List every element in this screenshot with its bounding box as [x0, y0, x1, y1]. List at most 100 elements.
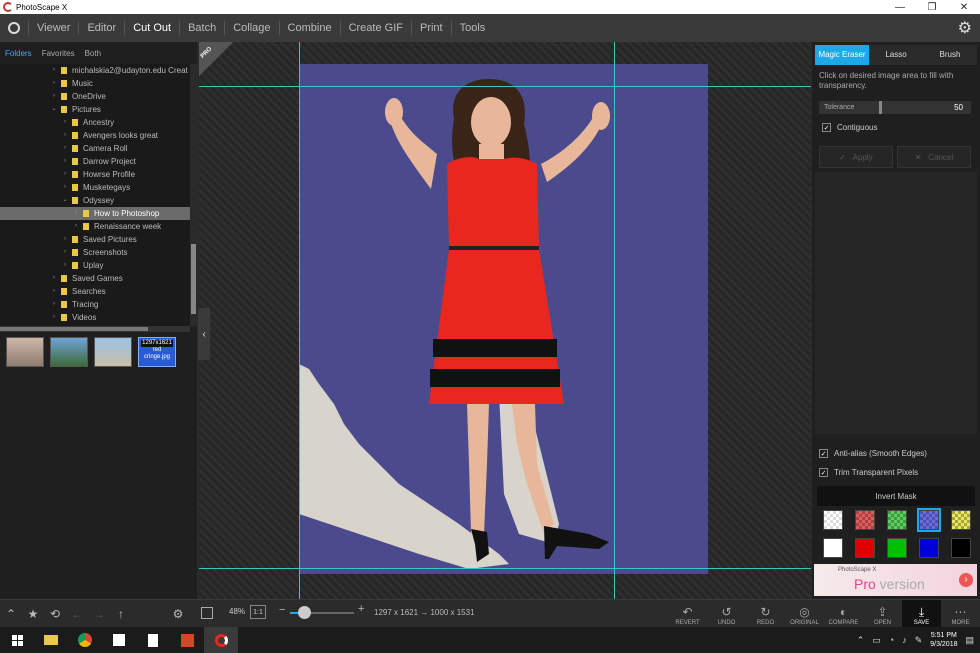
powerpoint-icon[interactable] — [170, 627, 204, 653]
thumbnail[interactable] — [50, 337, 88, 367]
folder-item[interactable]: › Howrse Profile — [0, 168, 190, 181]
folder-item[interactable]: ⌄ Pictures — [0, 103, 190, 116]
app-logo-icon[interactable] — [0, 14, 28, 42]
apply-button[interactable]: ✓ Apply — [819, 146, 893, 168]
background-swatch[interactable] — [823, 538, 843, 558]
star-icon[interactable]: ★ — [22, 607, 44, 621]
image-canvas[interactable]: PRO — [199, 42, 811, 599]
folder-item[interactable]: › Music — [0, 77, 190, 90]
tolerance-value[interactable]: 50 — [954, 103, 963, 112]
chrome-icon[interactable] — [68, 627, 102, 653]
expand-arrow-icon[interactable]: › — [61, 259, 69, 272]
background-swatch[interactable] — [951, 538, 971, 558]
compare-button[interactable]: ◐ COMPARE — [824, 600, 863, 628]
crop-guide-left[interactable] — [299, 42, 300, 599]
redo-button[interactable]: ↻ REDO — [746, 600, 785, 628]
folder-item[interactable]: › Tracing — [0, 298, 190, 311]
windows-start-icon[interactable] — [0, 627, 34, 653]
menu-collage[interactable]: Collage — [224, 21, 278, 35]
expand-arrow-icon[interactable]: › — [50, 298, 58, 311]
expand-arrow-icon[interactable]: ⌄ — [61, 194, 69, 207]
expand-arrow-icon[interactable]: › — [72, 220, 80, 233]
expand-arrow-icon[interactable]: › — [50, 64, 58, 77]
expand-arrow-icon[interactable]: › — [50, 285, 58, 298]
menu-editor[interactable]: Editor — [78, 21, 124, 35]
expand-arrow-icon[interactable]: › — [50, 311, 58, 324]
expand-arrow-icon[interactable]: › — [72, 207, 80, 220]
back-arrow-icon[interactable]: ← — [66, 607, 88, 621]
minimize-button[interactable]: — — [884, 2, 916, 13]
collapse-panel-chevron-icon[interactable]: ‹ — [198, 308, 210, 360]
settings-gear-icon[interactable]: ⚙ — [958, 18, 972, 38]
refresh-icon[interactable]: ⟲ — [44, 607, 66, 621]
pro-version-banner[interactable]: PhotoScape X Pro version › — [814, 564, 977, 596]
undo-button[interactable]: ↺ UNDO — [707, 600, 746, 628]
expand-arrow-icon[interactable]: › — [50, 77, 58, 90]
actual-size-button[interactable]: 1:1 — [250, 605, 266, 619]
volume-icon[interactable]: ♪ — [902, 635, 907, 645]
tolerance-slider[interactable]: Tolerance 50 — [819, 101, 971, 114]
photo[interactable] — [299, 64, 708, 574]
trim-transparent-checkbox[interactable]: ✓ Trim Transparent Pixels — [819, 468, 918, 477]
folder-item[interactable]: › Camera Roll — [0, 142, 190, 155]
revert-button[interactable]: ↶ REVERT — [668, 600, 707, 628]
folder-item[interactable]: › Musketegays — [0, 181, 190, 194]
wifi-icon[interactable]: ◔ — [889, 635, 894, 645]
expand-arrow-icon[interactable]: › — [61, 233, 69, 246]
zoom-out-icon[interactable]: − — [279, 604, 285, 616]
sticky-notes-icon[interactable] — [102, 627, 136, 653]
expand-arrow-icon[interactable]: › — [50, 272, 58, 285]
expand-arrow-icon[interactable]: › — [61, 129, 69, 142]
menu-tools[interactable]: Tools — [450, 21, 494, 35]
tolerance-slider-thumb[interactable] — [879, 101, 882, 114]
more-button[interactable]: ⋯ MORE — [941, 600, 980, 628]
antialias-checkbox[interactable]: ✓ Anti-alias (Smooth Edges) — [819, 449, 927, 458]
tab-brush[interactable]: Brush — [923, 45, 977, 65]
background-swatch[interactable] — [887, 510, 907, 530]
expand-arrow-icon[interactable]: › — [61, 116, 69, 129]
thumbnail-selected[interactable]: 1297x1621 red cringe.jpg — [138, 337, 176, 367]
cancel-button[interactable]: ✕ Cancel — [897, 146, 971, 168]
folder-item[interactable]: › michalskia2@udayton.edu Creat — [0, 64, 190, 77]
menu-batch[interactable]: Batch — [179, 21, 224, 35]
tab-folders[interactable]: Folders — [5, 49, 32, 58]
original-button[interactable]: ◎ ORIGINAL — [785, 600, 824, 628]
close-button[interactable]: ✕ — [948, 2, 980, 13]
folder-item[interactable]: › OneDrive — [0, 90, 190, 103]
zoom-in-icon[interactable]: + — [358, 603, 364, 615]
background-swatch[interactable] — [919, 538, 939, 558]
expand-up-icon[interactable]: ⌃ — [0, 607, 22, 621]
tab-magic-eraser[interactable]: Magic Eraser — [815, 45, 869, 65]
folder-item[interactable]: › Darrow Project — [0, 155, 190, 168]
tab-both[interactable]: Both — [85, 49, 101, 58]
folder-item[interactable]: ⌄ Odyssey — [0, 194, 190, 207]
menu-viewer[interactable]: Viewer — [28, 21, 78, 35]
folder-item[interactable]: › Searches — [0, 285, 190, 298]
thumb-settings-gear-icon[interactable]: ⚙ — [167, 607, 189, 621]
background-swatch[interactable] — [855, 538, 875, 558]
tree-horizontal-scrollbar[interactable] — [0, 326, 190, 332]
file-explorer-icon[interactable] — [34, 627, 68, 653]
folder-item[interactable]: › Ancestry — [0, 116, 190, 129]
fit-to-window-icon[interactable] — [201, 607, 213, 619]
forward-arrow-icon[interactable]: → — [88, 607, 110, 621]
background-swatch[interactable] — [887, 538, 907, 558]
crop-guide-top[interactable] — [199, 86, 811, 87]
menu-combine[interactable]: Combine — [278, 21, 340, 35]
expand-arrow-icon[interactable]: ⌄ — [50, 103, 58, 116]
crop-guide-bottom[interactable] — [199, 568, 811, 569]
zoom-slider-thumb[interactable] — [297, 606, 311, 619]
document-icon[interactable] — [136, 627, 170, 653]
folder-item[interactable]: › Videos — [0, 311, 190, 324]
expand-arrow-icon[interactable]: › — [61, 142, 69, 155]
tab-lasso[interactable]: Lasso — [869, 45, 923, 65]
expand-arrow-icon[interactable]: › — [61, 155, 69, 168]
folder-item[interactable]: › Uplay — [0, 259, 190, 272]
background-swatch[interactable] — [917, 508, 941, 532]
tab-favorites[interactable]: Favorites — [42, 49, 75, 58]
notifications-icon[interactable]: ▤ — [965, 635, 974, 646]
battery-icon[interactable]: ▭ — [872, 635, 881, 646]
pen-icon[interactable]: ✎ — [915, 635, 923, 646]
tree-vertical-scrollbar[interactable] — [190, 64, 197, 326]
background-swatch[interactable] — [855, 510, 875, 530]
